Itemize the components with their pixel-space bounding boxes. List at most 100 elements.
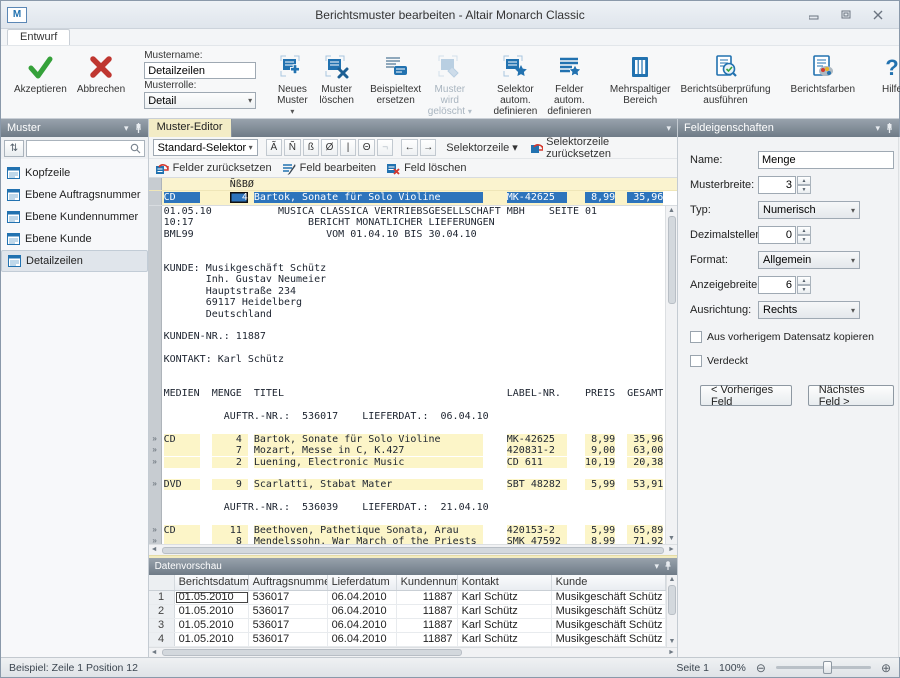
selektorzeile-reset-button[interactable]: Selektorzeile zurücksetzen (530, 136, 673, 160)
table-row[interactable]: 101.05.201053601706.04.201011887Karl Sch… (149, 591, 666, 605)
arrow-right-button[interactable]: → (420, 139, 437, 156)
selector-dropdown[interactable]: Standard-Selektor▾ (153, 139, 258, 156)
table-cell[interactable]: Musikgeschäft Schütz (552, 605, 666, 618)
muster-editor-tab[interactable]: Muster-Editor (149, 119, 232, 137)
format-select[interactable]: Allgemein▾ (758, 251, 860, 269)
table-cell[interactable]: 11887 (397, 633, 458, 646)
report-line[interactable]: » 2 Luening, Electronic Music CD 611 10,… (149, 457, 665, 468)
table-cell[interactable]: 01.05.2010 (175, 619, 249, 632)
spin-down-icon[interactable]: ▼ (797, 285, 811, 294)
typ-select[interactable]: Numerisch▾ (758, 201, 860, 219)
scroll-right-icon[interactable]: ► (666, 648, 677, 658)
table-cell[interactable]: Karl Schütz (458, 605, 552, 618)
cancel-button[interactable]: Abbrechen (72, 50, 130, 97)
report-line[interactable]: Hauptstraße 234 (149, 286, 665, 297)
pin-icon[interactable] (886, 123, 893, 133)
scroll-down-icon[interactable]: ▼ (666, 534, 677, 544)
mehrspaltiger-bereich-button[interactable]: MehrspaltigerBereich (605, 50, 676, 108)
table-row[interactable]: 301.05.201053601706.04.201011887Karl Sch… (149, 619, 666, 633)
report-line[interactable]: 01.05.10 MUSICA CLASSICA VERTRIEBSGESELL… (149, 206, 665, 217)
table-column-header[interactable]: Kunde (552, 575, 666, 590)
scroll-down-icon[interactable]: ▼ (667, 637, 678, 647)
table-row[interactable]: 201.05.201053601706.04.201011887Karl Sch… (149, 605, 666, 619)
report-line[interactable] (149, 514, 665, 525)
report-line[interactable]: » 8 Mendelssohn, War March of the Priest… (149, 536, 665, 544)
scroll-up-icon[interactable]: ▲ (667, 575, 678, 585)
ausrichtung-select[interactable]: Rechts▾ (758, 301, 860, 319)
neues-muster-button[interactable]: NeuesMuster ▾ (270, 50, 314, 119)
report-line[interactable] (149, 422, 665, 433)
table-cell[interactable]: 06.04.2010 (328, 591, 397, 604)
field-highlight[interactable]: 8,99 (585, 192, 615, 203)
anzeigebreite-input[interactable] (758, 276, 796, 294)
report-line[interactable]: 69117 Heidelberg (149, 297, 665, 308)
table-cell[interactable]: 01.05.2010 (175, 633, 249, 646)
table-cell[interactable]: Musikgeschäft Schütz (552, 591, 666, 604)
zoom-slider[interactable] (776, 666, 871, 669)
report-line[interactable] (149, 343, 665, 354)
report-line[interactable] (149, 320, 665, 331)
report-line[interactable]: MEDIEN MENGE TITEL LABEL-NR. PREIS GESAM… (149, 388, 665, 399)
scroll-left-icon[interactable]: ◄ (149, 545, 160, 555)
table-cell[interactable]: 11887 (397, 605, 458, 618)
spin-up-icon[interactable]: ▲ (797, 226, 811, 235)
table-cell[interactable]: 11887 (397, 619, 458, 632)
selector-line[interactable]: ÑßBØ (149, 178, 677, 191)
trap-char-blank-button[interactable]: ß (303, 139, 320, 156)
report-line[interactable] (149, 400, 665, 411)
report-line[interactable]: AUFTR.-NR.: 536017 LIEFERDAT.: 06.04.10 (149, 411, 665, 422)
table-column-header[interactable]: Kundennum... (397, 575, 458, 590)
report-line[interactable] (149, 240, 665, 251)
table-horizontal-scrollbar[interactable]: ◄ ► (149, 647, 677, 657)
trap-char-alpha-button[interactable]: Ã (266, 139, 283, 156)
musterbreite-input[interactable] (758, 176, 796, 194)
report-line[interactable]: »CD 4 Bartok, Sonate für Solo Violine MK… (149, 434, 665, 445)
report-line[interactable]: KUNDE: Musikgeschäft Schütz (149, 263, 665, 274)
feld-loeschen-button[interactable]: Feld löschen (386, 162, 466, 175)
feld-bearbeiten-button[interactable]: Feld bearbeiten (282, 162, 376, 175)
table-column-header[interactable]: Berichtsdatum (175, 575, 249, 590)
report-line[interactable] (149, 491, 665, 502)
report-line[interactable]: »CD 11 Beethoven, Pathetique Sonata, Ara… (149, 525, 665, 536)
pin-icon[interactable] (665, 561, 671, 570)
panel-menu-icon[interactable]: ▾ (654, 561, 659, 572)
panel-menu-icon[interactable]: ▾ (875, 123, 880, 134)
report-line[interactable]: AUFTR.-NR.: 536039 LIEFERDAT.: 21.04.10 (149, 502, 665, 513)
report-line[interactable]: KUNDEN-NR.: 11887 (149, 331, 665, 342)
felder-reset-button[interactable]: Felder zurücksetzen (155, 162, 272, 175)
report-line[interactable] (149, 468, 665, 479)
verdeckt-checkbox[interactable]: Verdeckt (690, 355, 894, 367)
scroll-left-icon[interactable]: ◄ (149, 648, 160, 658)
table-cell[interactable]: 01.05.2010 (175, 591, 249, 604)
selektor-autom-button[interactable]: Selektor autom.definieren (487, 50, 544, 119)
felder-autom-button[interactable]: Felder autom.definieren (544, 50, 595, 119)
selektorzeile-dropdown[interactable]: Selektorzeile ▾ (446, 141, 518, 154)
report-line[interactable]: BML99 VOM 01.04.10 BIS 30.04.10 (149, 229, 665, 240)
editor-vertical-scrollbar[interactable]: ▲ ▼ (665, 206, 677, 544)
report-line[interactable] (149, 377, 665, 388)
table-cell[interactable]: Karl Schütz (458, 633, 552, 646)
report-line[interactable] (149, 252, 665, 263)
report-line[interactable]: KONTAKT: Karl Schütz (149, 354, 665, 365)
berichtsueberpruefung-button[interactable]: Berichtsüberprüfungausführen (675, 50, 775, 108)
zoom-out-icon[interactable]: ⊖ (756, 661, 766, 675)
table-cell[interactable]: Karl Schütz (458, 619, 552, 632)
table-cell[interactable]: 06.04.2010 (328, 619, 397, 632)
editor-horizontal-scrollbar[interactable]: ◄ ► (149, 544, 677, 555)
panel-menu-icon[interactable]: ▾ (124, 123, 129, 134)
table-cell[interactable]: 536017 (249, 591, 328, 604)
zoom-slider-thumb[interactable] (823, 661, 832, 674)
report-view[interactable]: 01.05.10 MUSICA CLASSICA VERTRIEBSGESELL… (149, 206, 665, 544)
spin-up-icon[interactable]: ▲ (797, 176, 811, 185)
checkbox-icon[interactable] (690, 331, 702, 343)
report-line[interactable]: Deutschland (149, 309, 665, 320)
table-column-header[interactable] (149, 575, 175, 590)
table-cell[interactable]: Musikgeschäft Schütz (552, 619, 666, 632)
report-line[interactable]: Inh. Gustav Neumeier (149, 274, 665, 285)
table-cell[interactable]: 11887 (397, 591, 458, 604)
table-cell[interactable]: 536017 (249, 619, 328, 632)
beispieltext-ersetzen-button[interactable]: Beispieltextersetzen (369, 50, 423, 108)
scroll-right-icon[interactable]: ► (666, 545, 677, 555)
field-highlight[interactable]: 35,96 (627, 192, 663, 203)
trap-char-numeric-button[interactable]: Ñ (284, 139, 301, 156)
